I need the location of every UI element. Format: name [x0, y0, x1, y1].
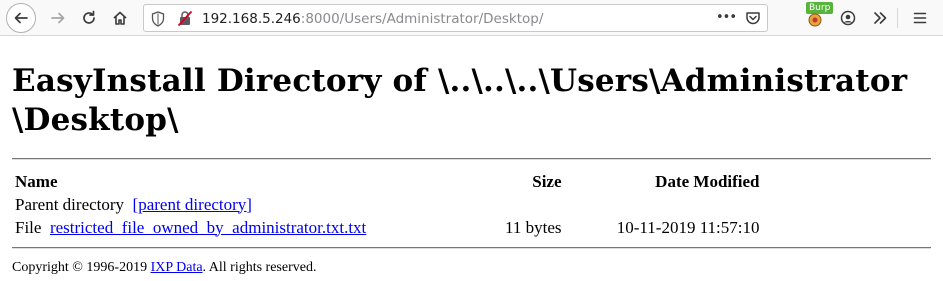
- pocket-icon[interactable]: [745, 10, 761, 26]
- directory-table: Name Size Date Modified Parent directory…: [12, 171, 760, 239]
- browser-toolbar: 192.168.5.246:8000/Users/Administrator/D…: [0, 0, 943, 36]
- row-date: 10-11-2019 11:57:10: [616, 217, 760, 237]
- page-actions-menu[interactable]: •••: [716, 10, 737, 25]
- row-size: [505, 193, 562, 216]
- bottom-divider: [12, 247, 931, 249]
- row-type: File: [15, 217, 42, 237]
- burp-icon: [808, 13, 822, 27]
- home-button[interactable]: [106, 4, 134, 32]
- url-host: 192.168.5.246: [202, 11, 301, 27]
- table-header-row: Name Size Date Modified: [12, 171, 760, 193]
- table-row: File restricted_file_owned_by_administra…: [12, 216, 760, 239]
- home-icon: [113, 11, 127, 25]
- page-content: EasyInstall Directory of \..\..\..\Users…: [12, 36, 931, 275]
- toolbar-divider: [897, 8, 898, 28]
- reload-icon: [83, 10, 95, 24]
- row-type: Parent directory: [15, 194, 125, 214]
- arrow-right-icon: [51, 12, 65, 24]
- url-text[interactable]: 192.168.5.246:8000/Users/Administrator/D…: [202, 11, 543, 27]
- footer-copyright: Copyright © 1996-2019: [12, 260, 151, 275]
- row-size: 11 bytes: [505, 217, 562, 237]
- row-name-cell: Parent directory [parent directory]: [12, 193, 505, 216]
- hamburger-menu-icon: [913, 12, 927, 24]
- url-path: :8000/Users/Administrator/Desktop/: [300, 11, 544, 27]
- insecure-lock-icon[interactable]: [177, 10, 193, 27]
- footer: Copyright © 1996-2019 IXP Data. All righ…: [12, 260, 316, 276]
- page-title-line2: \Desktop\: [12, 102, 179, 138]
- forward-button[interactable]: [44, 4, 72, 32]
- header-name: Name: [15, 172, 58, 191]
- parent-directory-link[interactable]: [parent directory]: [133, 195, 252, 214]
- address-bar[interactable]: 192.168.5.246:8000/Users/Administrator/D…: [143, 4, 768, 32]
- row-date: [562, 193, 760, 216]
- footer-link[interactable]: IXP Data: [151, 260, 203, 275]
- account-icon: [840, 10, 856, 26]
- menu-button[interactable]: [906, 4, 934, 32]
- chevron-double-right-icon: [874, 12, 887, 24]
- reload-button[interactable]: [75, 4, 103, 32]
- table-row: Parent directory [parent directory]: [12, 193, 760, 216]
- row-name-cell: File restricted_file_owned_by_administra…: [12, 216, 505, 239]
- page-title-line1: EasyInstall Directory of \..\..\..\Users…: [12, 63, 908, 99]
- header-size: Size: [532, 172, 562, 191]
- account-button[interactable]: [834, 4, 862, 32]
- top-divider: [12, 158, 931, 160]
- page-title: EasyInstall Directory of \..\..\..\Users…: [12, 62, 931, 140]
- footer-rights: . All rights reserved.: [202, 260, 317, 275]
- shield-icon: [151, 11, 165, 27]
- burp-extension-button[interactable]: [801, 4, 829, 32]
- back-button[interactable]: [6, 3, 36, 33]
- file-link[interactable]: restricted_file_owned_by_administrator.t…: [50, 218, 366, 237]
- more-tools-button[interactable]: [866, 4, 894, 32]
- arrow-left-icon: [14, 12, 28, 24]
- header-date: Date Modified: [655, 172, 760, 191]
